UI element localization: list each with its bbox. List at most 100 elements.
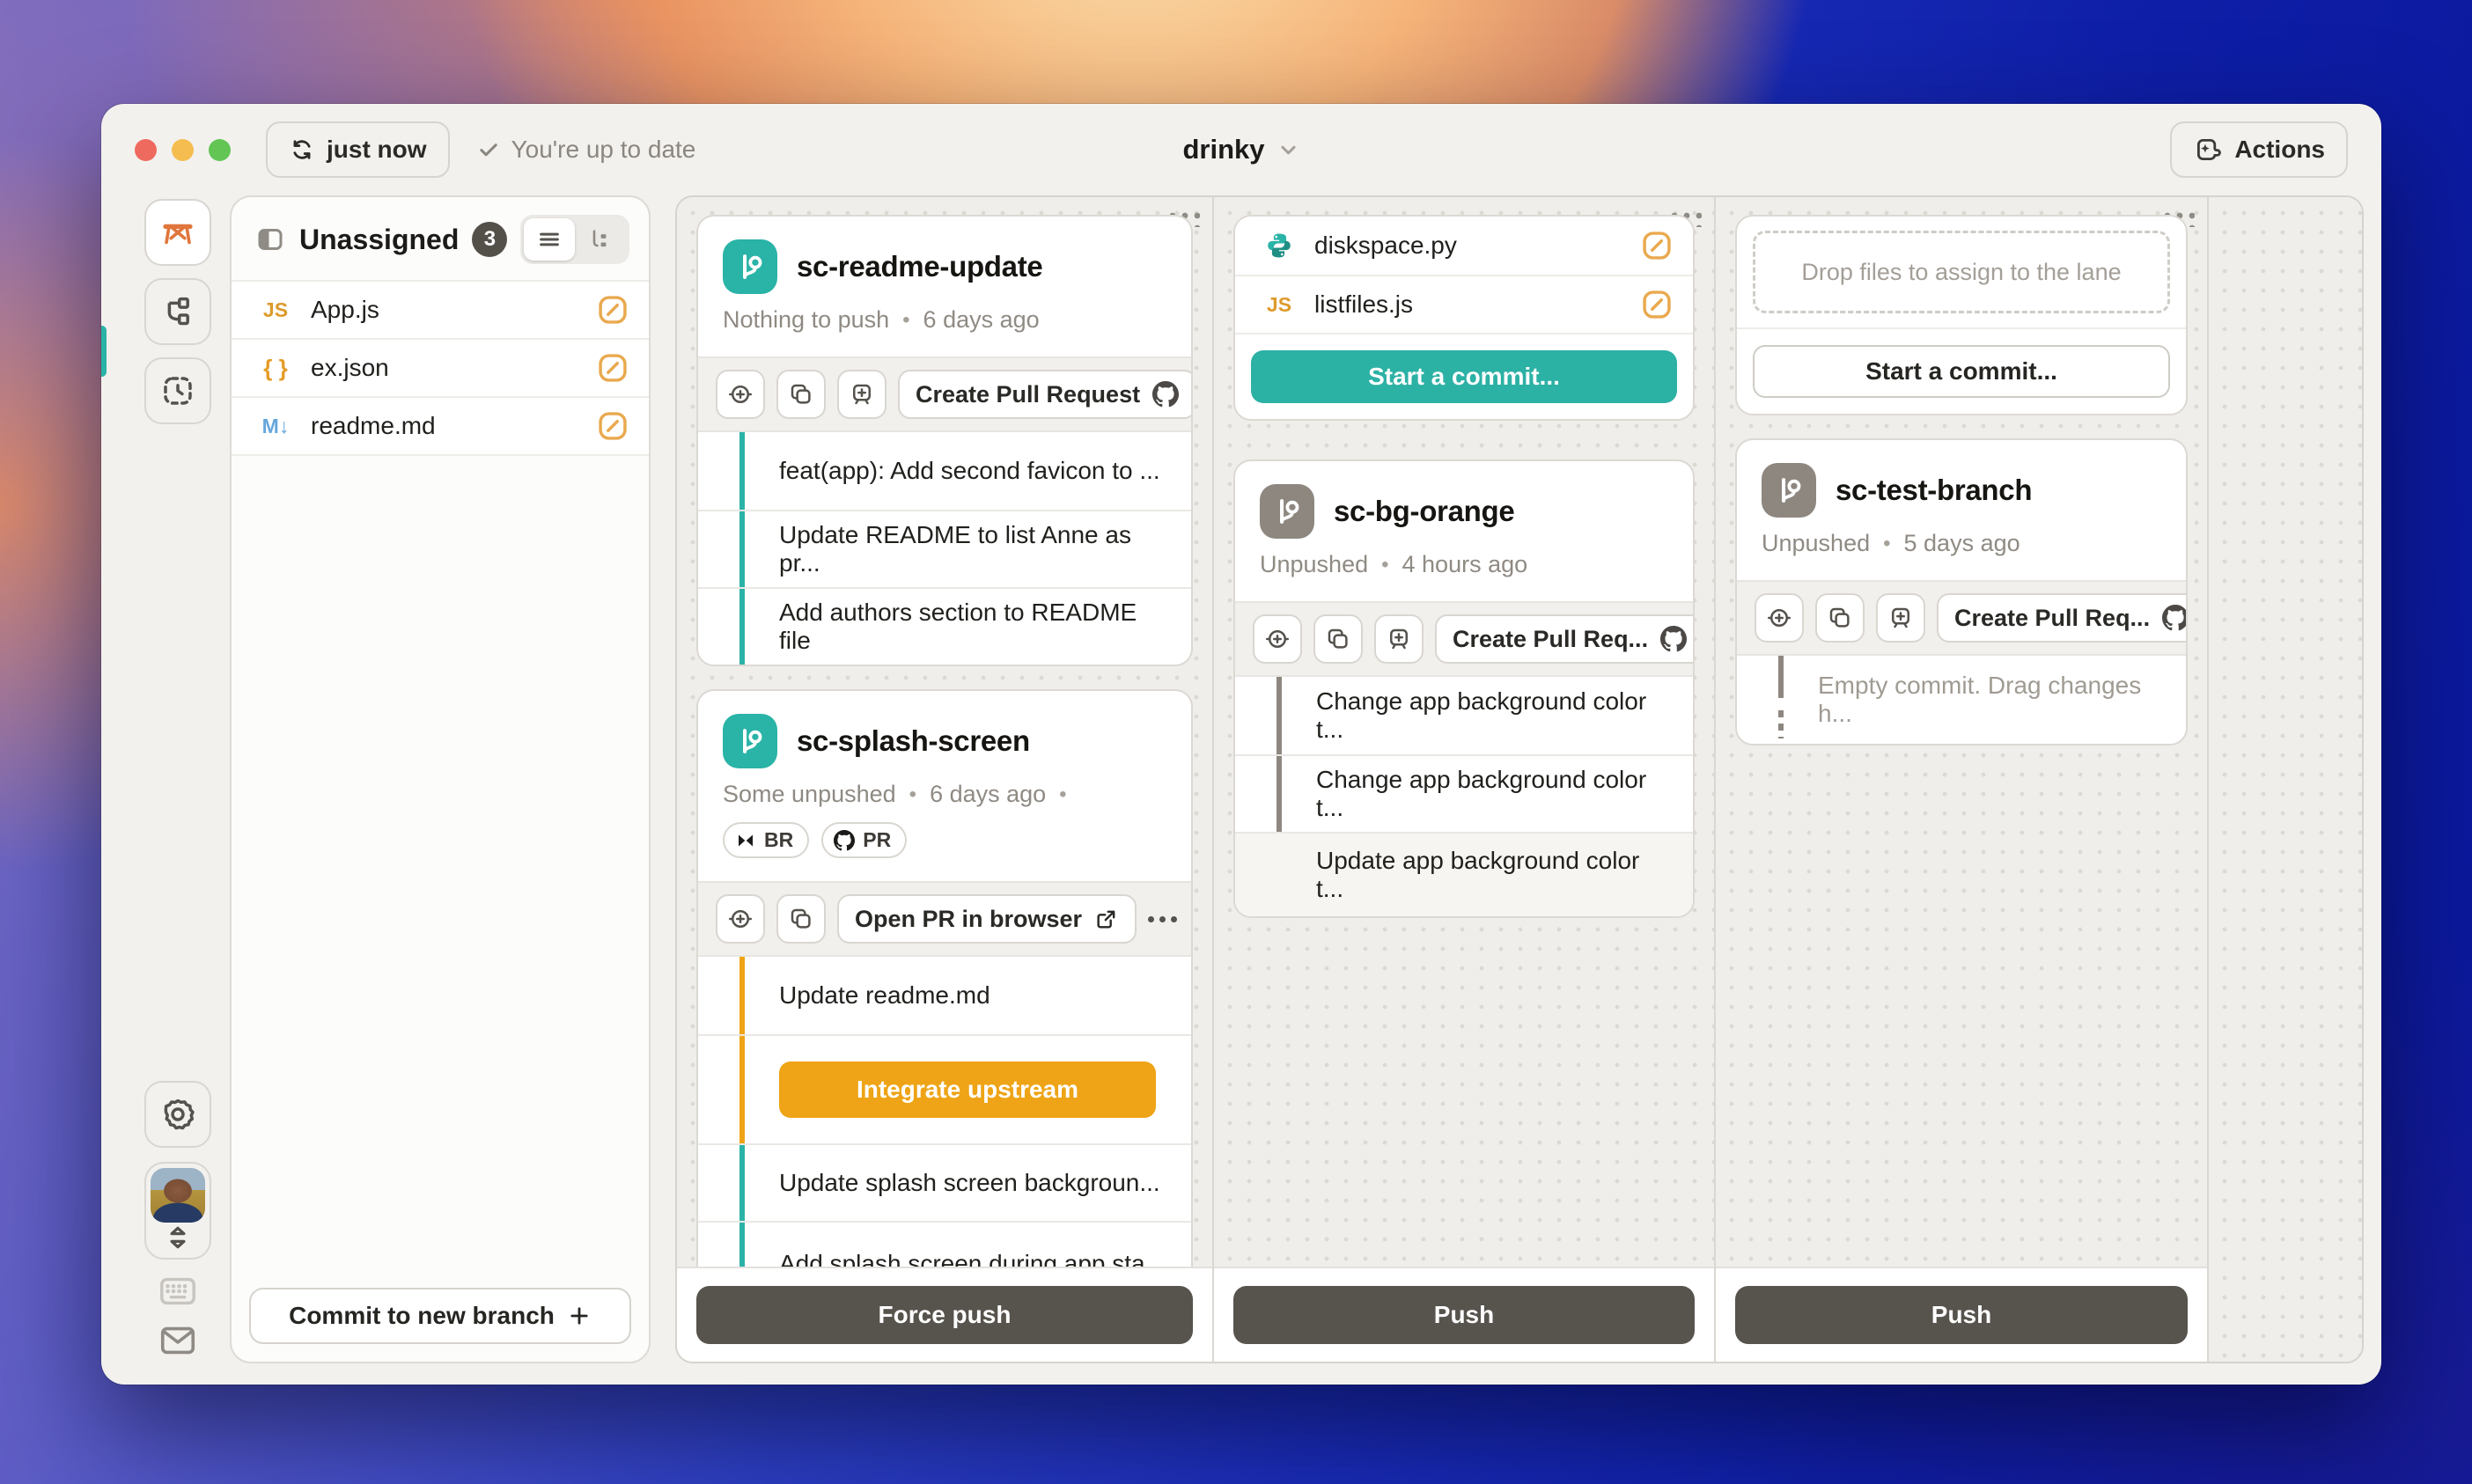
start-commit-row: Start a commit... [1235, 333, 1693, 419]
view-mode-toggle [520, 215, 629, 264]
close-window-button[interactable] [135, 139, 157, 161]
push-button[interactable]: Push [1233, 1286, 1695, 1344]
branch-icon [1260, 484, 1314, 539]
review-bowtie-icon [735, 830, 756, 851]
new-dependent-branch-button[interactable] [1374, 614, 1424, 664]
titlebar: just now You're up to date drinky Action… [101, 104, 2381, 195]
commit-row[interactable]: Update README to list Anne as pr... [698, 510, 1191, 587]
commit-message: Update readme.md [779, 981, 990, 1010]
commit-row[interactable]: Update app background color t... [1235, 832, 1693, 916]
avatar [151, 1168, 205, 1223]
branch-menu-button[interactable] [1148, 899, 1177, 939]
actions-button[interactable]: Actions [2170, 121, 2348, 178]
drop-files-zone[interactable]: Drop files to assign to the lane [1753, 231, 2170, 313]
start-commit-button[interactable]: Start a commit... [1753, 345, 2170, 398]
commit-row[interactable]: Change app background color t... [1235, 677, 1693, 754]
push-button[interactable]: Push [1735, 1286, 2188, 1344]
assign-target-button[interactable] [716, 894, 765, 944]
branch-time: 4 hours ago [1402, 551, 1528, 578]
workspace: sc-readme-update Nothing to push • 6 day… [675, 195, 2364, 1363]
branch-name[interactable]: sc-splash-screen [797, 724, 1030, 758]
create-pull-request-button[interactable]: Create Pull Req... [1937, 593, 2188, 643]
branches-tab-button[interactable] [144, 278, 211, 345]
copy-button[interactable] [776, 370, 826, 419]
branch-card-sc-bg-orange: sc-bg-orange Unpushed • 4 hours ago [1233, 459, 1695, 918]
copy-button[interactable] [776, 894, 826, 944]
assign-target-button[interactable] [716, 370, 765, 419]
feedback-button[interactable] [158, 1323, 198, 1358]
chevron-up-down-icon [165, 1223, 191, 1253]
github-icon [2162, 605, 2188, 631]
lane-sc-test-branch: Drop files to assign to the lane Start a… [1716, 197, 2209, 1362]
commit-to-new-branch-button[interactable]: Commit to new branch [249, 1288, 631, 1344]
badge-label: PR [863, 828, 891, 852]
profile-switcher[interactable] [144, 1162, 211, 1260]
branch-status: Nothing to push • 6 days ago [723, 306, 1166, 334]
file-row-readmemd[interactable]: M↓ readme.md [232, 396, 649, 454]
branch-toolbar: Create Pull Request [698, 356, 1191, 432]
pull-request-badge[interactable]: PR [821, 822, 907, 858]
new-dependent-branch-button[interactable] [837, 370, 887, 419]
list-view-button[interactable] [524, 218, 575, 261]
project-switcher[interactable]: drinky [1182, 134, 1299, 165]
create-pull-request-button[interactable]: Create Pull Request [898, 370, 1193, 419]
copy-icon [788, 381, 814, 408]
minimize-window-button[interactable] [172, 139, 194, 161]
workspace-tab-button[interactable] [144, 199, 211, 266]
new-dependent-branch-button[interactable] [1876, 593, 1925, 643]
open-pr-in-browser-button[interactable]: Open PR in browser [837, 894, 1137, 944]
sync-button[interactable]: just now [266, 121, 450, 178]
settings-button[interactable] [144, 1081, 211, 1148]
zoom-window-button[interactable] [209, 139, 231, 161]
history-tab-button[interactable] [144, 357, 211, 424]
commit-row[interactable]: Update readme.md [698, 957, 1191, 1034]
tree-view-icon [588, 227, 613, 252]
unassigned-title: Unassigned [299, 224, 459, 256]
separator-dot: • [1381, 553, 1388, 577]
force-push-button[interactable]: Force push [696, 1286, 1193, 1344]
target-plus-icon [1766, 605, 1792, 631]
github-icon [1152, 381, 1179, 408]
lane-footer: Push [1716, 1267, 2207, 1362]
branch-name[interactable]: sc-test-branch [1836, 474, 2032, 507]
file-row-listfilesjs[interactable]: JS listfiles.js [1235, 275, 1693, 333]
assign-target-button[interactable] [1253, 614, 1302, 664]
start-commit-button[interactable]: Start a commit... [1251, 350, 1677, 403]
copy-icon [788, 906, 814, 932]
plus-icon [567, 1304, 592, 1328]
create-pull-request-button[interactable]: Create Pull Req... [1435, 614, 1695, 664]
commit-row[interactable]: Change app background color t... [1235, 754, 1693, 832]
commit-row[interactable]: feat(app): Add second favicon to ... [698, 432, 1191, 510]
branch-name[interactable]: sc-bg-orange [1334, 495, 1514, 528]
commit-message: Change app background color t... [1316, 687, 1672, 744]
modified-badge-icon [596, 293, 629, 327]
empty-lane [2209, 197, 2362, 1362]
keyboard-shortcuts-button[interactable] [158, 1274, 198, 1309]
js-file-icon: JS [1260, 293, 1299, 317]
butler-review-badge[interactable]: BR [723, 822, 809, 858]
integrate-upstream-button[interactable]: Integrate upstream [779, 1062, 1156, 1118]
commit-message: Add authors section to README file [779, 599, 1170, 655]
empty-commit-row[interactable]: Empty commit. Drag changes h... [1737, 656, 2186, 744]
commit-row[interactable]: Update splash screen backgroun... [698, 1143, 1191, 1221]
integrate-upstream-row: Integrate upstream [698, 1034, 1191, 1143]
file-row-diskspacepy[interactable]: diskspace.py [1235, 217, 1693, 275]
copy-icon [1827, 605, 1853, 631]
unassigned-count-badge: 3 [472, 222, 507, 257]
keyboard-icon [158, 1274, 198, 1309]
file-row-appjs[interactable]: JS App.js [232, 280, 649, 338]
branch-name[interactable]: sc-readme-update [797, 250, 1042, 283]
commit-row[interactable]: Add splash screen during app sta... [698, 1221, 1191, 1267]
copy-button[interactable] [1313, 614, 1363, 664]
create-pr-label: Create Pull Req... [1954, 605, 2150, 632]
modified-badge-icon [1640, 288, 1674, 321]
copy-button[interactable] [1815, 593, 1865, 643]
branch-time: 6 days ago [923, 306, 1040, 334]
commit-row[interactable]: Add authors section to README file [698, 587, 1191, 665]
file-row-exjson[interactable]: { } ex.json [232, 338, 649, 396]
tree-view-button[interactable] [575, 218, 626, 261]
unassigned-header: Unassigned 3 [232, 197, 649, 280]
unassigned-panel: Unassigned 3 [230, 195, 651, 1363]
assign-target-button[interactable] [1755, 593, 1804, 643]
branch-card-sc-readme-update: sc-readme-update Nothing to push • 6 day… [696, 215, 1193, 666]
